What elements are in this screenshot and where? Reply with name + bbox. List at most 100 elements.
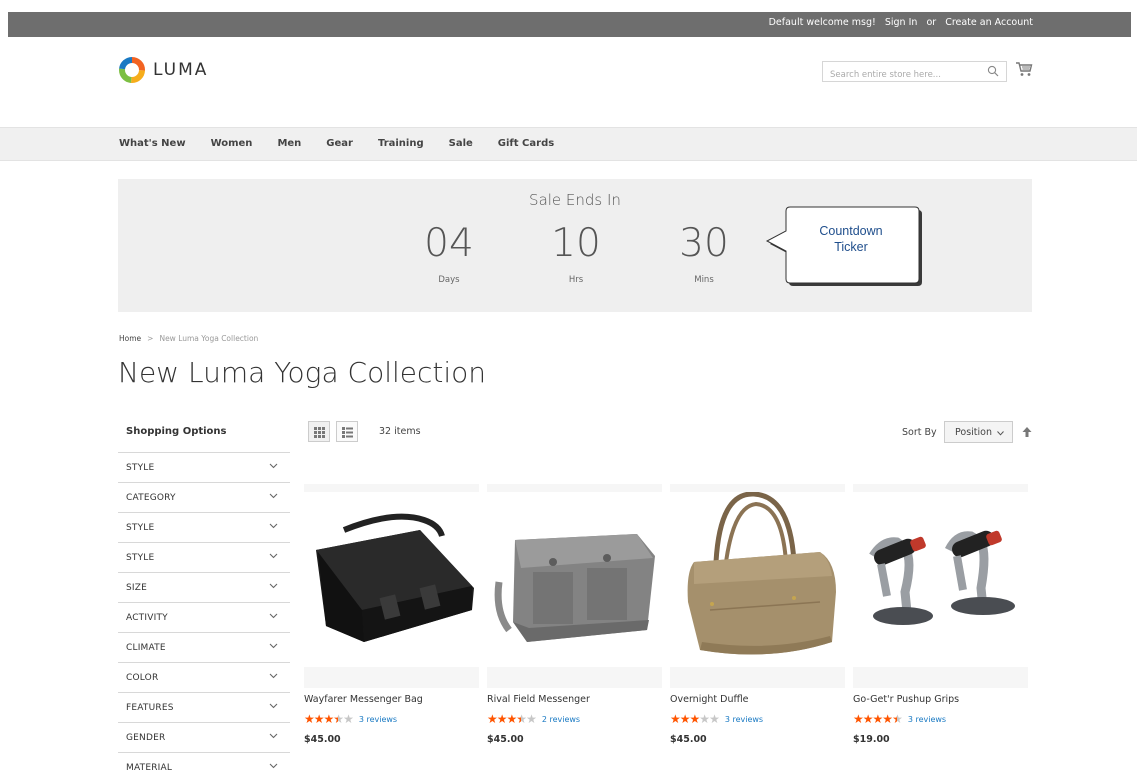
star-icon: ★ [862,712,874,726]
grid-icon [314,427,325,438]
reviews-link[interactable]: 2 reviews [542,715,580,724]
shopping-options: Shopping Options STYLE CATEGORY STYLE ST… [118,422,290,773]
tan-duffle-bag-image [687,492,836,655]
chevron-down-icon [269,583,278,589]
search-box [822,61,1007,85]
product-name[interactable]: Go-Get'r Pushup Grips [853,694,1028,705]
filter-climate[interactable]: CLIMATE [118,632,290,662]
filter-size[interactable]: SIZE [118,572,290,602]
or-text: or [926,17,937,28]
filter-gender[interactable]: GENDER [118,722,290,752]
rating-stars: ★★★★★ [853,712,903,726]
filter-label: COLOR [126,673,159,683]
filter-label: MATERIAL [126,763,173,773]
luma-logo[interactable]: LUMA [119,57,208,83]
callout-line-1: Countdown [819,224,883,238]
star-icon: ★ [882,712,893,726]
countdown-days-value: 04 [424,221,474,266]
star-icon: ★ [313,712,325,726]
chevron-down-icon [269,463,278,469]
product-image[interactable] [853,484,1028,688]
callout-line-2: Ticker [834,240,868,254]
create-account-link[interactable]: Create an Account [945,17,1033,28]
sort-direction-arrow-icon[interactable] [1022,427,1032,437]
grid-view-button[interactable] [308,421,330,442]
product-price: $45.00 [304,734,341,745]
star-icon: ★ [343,712,354,726]
reviews-link[interactable]: 3 reviews [359,715,397,724]
nav-item-men[interactable]: Men [277,138,301,149]
countdown-hours-value: 10 [551,221,601,266]
countdown-mins-value: 30 [679,221,729,266]
countdown-hours: 10 Hrs [521,219,631,285]
filter-material[interactable]: MATERIAL [118,752,290,773]
star-icon: ★ [333,712,344,726]
star-icon: ★ [304,712,315,726]
filter-style-2[interactable]: STYLE [118,512,290,542]
nav-item-gear[interactable]: Gear [326,138,353,149]
cart-icon[interactable] [1015,60,1033,78]
chevron-down-icon [269,673,278,679]
list-icon [342,427,353,438]
product-rating: ★★★★★ 3 reviews [304,713,479,725]
countdown-days: 04 Days [394,219,504,285]
star-icon: ★ [487,712,498,726]
filter-label: CATEGORY [126,493,176,503]
nav-item-gift-cards[interactable]: Gift Cards [498,138,554,149]
list-view-button[interactable] [336,421,358,442]
filter-features[interactable]: FEATURES [118,692,290,722]
filter-label: FEATURES [126,703,174,713]
luma-logo-icon [119,57,145,83]
filter-style[interactable]: STYLE [118,452,290,482]
search-input[interactable] [823,65,973,85]
product-image[interactable] [487,484,662,688]
filter-style-3[interactable]: STYLE [118,542,290,572]
filter-category[interactable]: CATEGORY [118,482,290,512]
product-card[interactable]: Go-Get'r Pushup Grips ★★★★★ 3 reviews $1… [853,484,1028,745]
product-name[interactable]: Wayfarer Messenger Bag [304,694,479,705]
nav-item-sale[interactable]: Sale [449,138,473,149]
sort-select-value: Position [955,427,992,438]
product-card[interactable]: Wayfarer Messenger Bag ★★★★★ 3 reviews $… [304,484,479,745]
filter-label: CLIMATE [126,643,166,653]
chevron-down-icon [269,493,278,499]
nav-item-training[interactable]: Training [378,138,424,149]
product-rating: ★★★★★ 3 reviews [853,713,1028,725]
countdown-callout: Countdown Ticker [765,203,923,287]
nav-item-women[interactable]: Women [211,138,253,149]
nav-item-whats-new[interactable]: What's New [119,138,186,149]
star-icon: ★ [496,712,508,726]
star-icon: ★ [872,712,884,726]
countdown-mins-label: Mins [694,275,714,285]
product-price: $45.00 [487,734,524,745]
product-card[interactable]: Overnight Duffle ★★★★★ 3 reviews $45.00 [670,484,845,745]
breadcrumb-home[interactable]: Home [119,334,141,343]
countdown-days-label: Days [438,275,460,285]
search-icon[interactable] [987,65,999,77]
reviews-link[interactable]: 3 reviews [908,715,946,724]
product-image[interactable] [670,484,845,688]
star-icon: ★ [323,712,335,726]
sign-in-link[interactable]: Sign In [885,17,918,28]
main-navigation: What's New Women Men Gear Training Sale … [0,127,1137,161]
breadcrumb-separator: > [147,334,154,343]
breadcrumb-current: New Luma Yoga Collection [159,334,259,343]
star-icon: ★ [670,712,681,726]
filter-label: SIZE [126,583,148,593]
product-rating: ★★★★★ 3 reviews [670,713,845,725]
product-image[interactable] [304,484,479,688]
filter-label: GENDER [126,733,166,743]
product-name[interactable]: Overnight Duffle [670,694,845,705]
product-name[interactable]: Rival Field Messenger [487,694,662,705]
filter-activity[interactable]: ACTIVITY [118,602,290,632]
sort-select[interactable]: Position [944,421,1013,443]
logo-text: LUMA [153,60,209,80]
product-price: $19.00 [853,734,890,745]
sort-by-label: Sort By [902,427,937,438]
reviews-link[interactable]: 3 reviews [725,715,763,724]
product-rating: ★★★★★ 2 reviews [487,713,662,725]
star-icon: ★ [892,712,903,726]
product-card[interactable]: Rival Field Messenger ★★★★★ 2 reviews $4… [487,484,662,745]
filter-color[interactable]: COLOR [118,662,290,692]
filter-label: STYLE [126,553,155,563]
